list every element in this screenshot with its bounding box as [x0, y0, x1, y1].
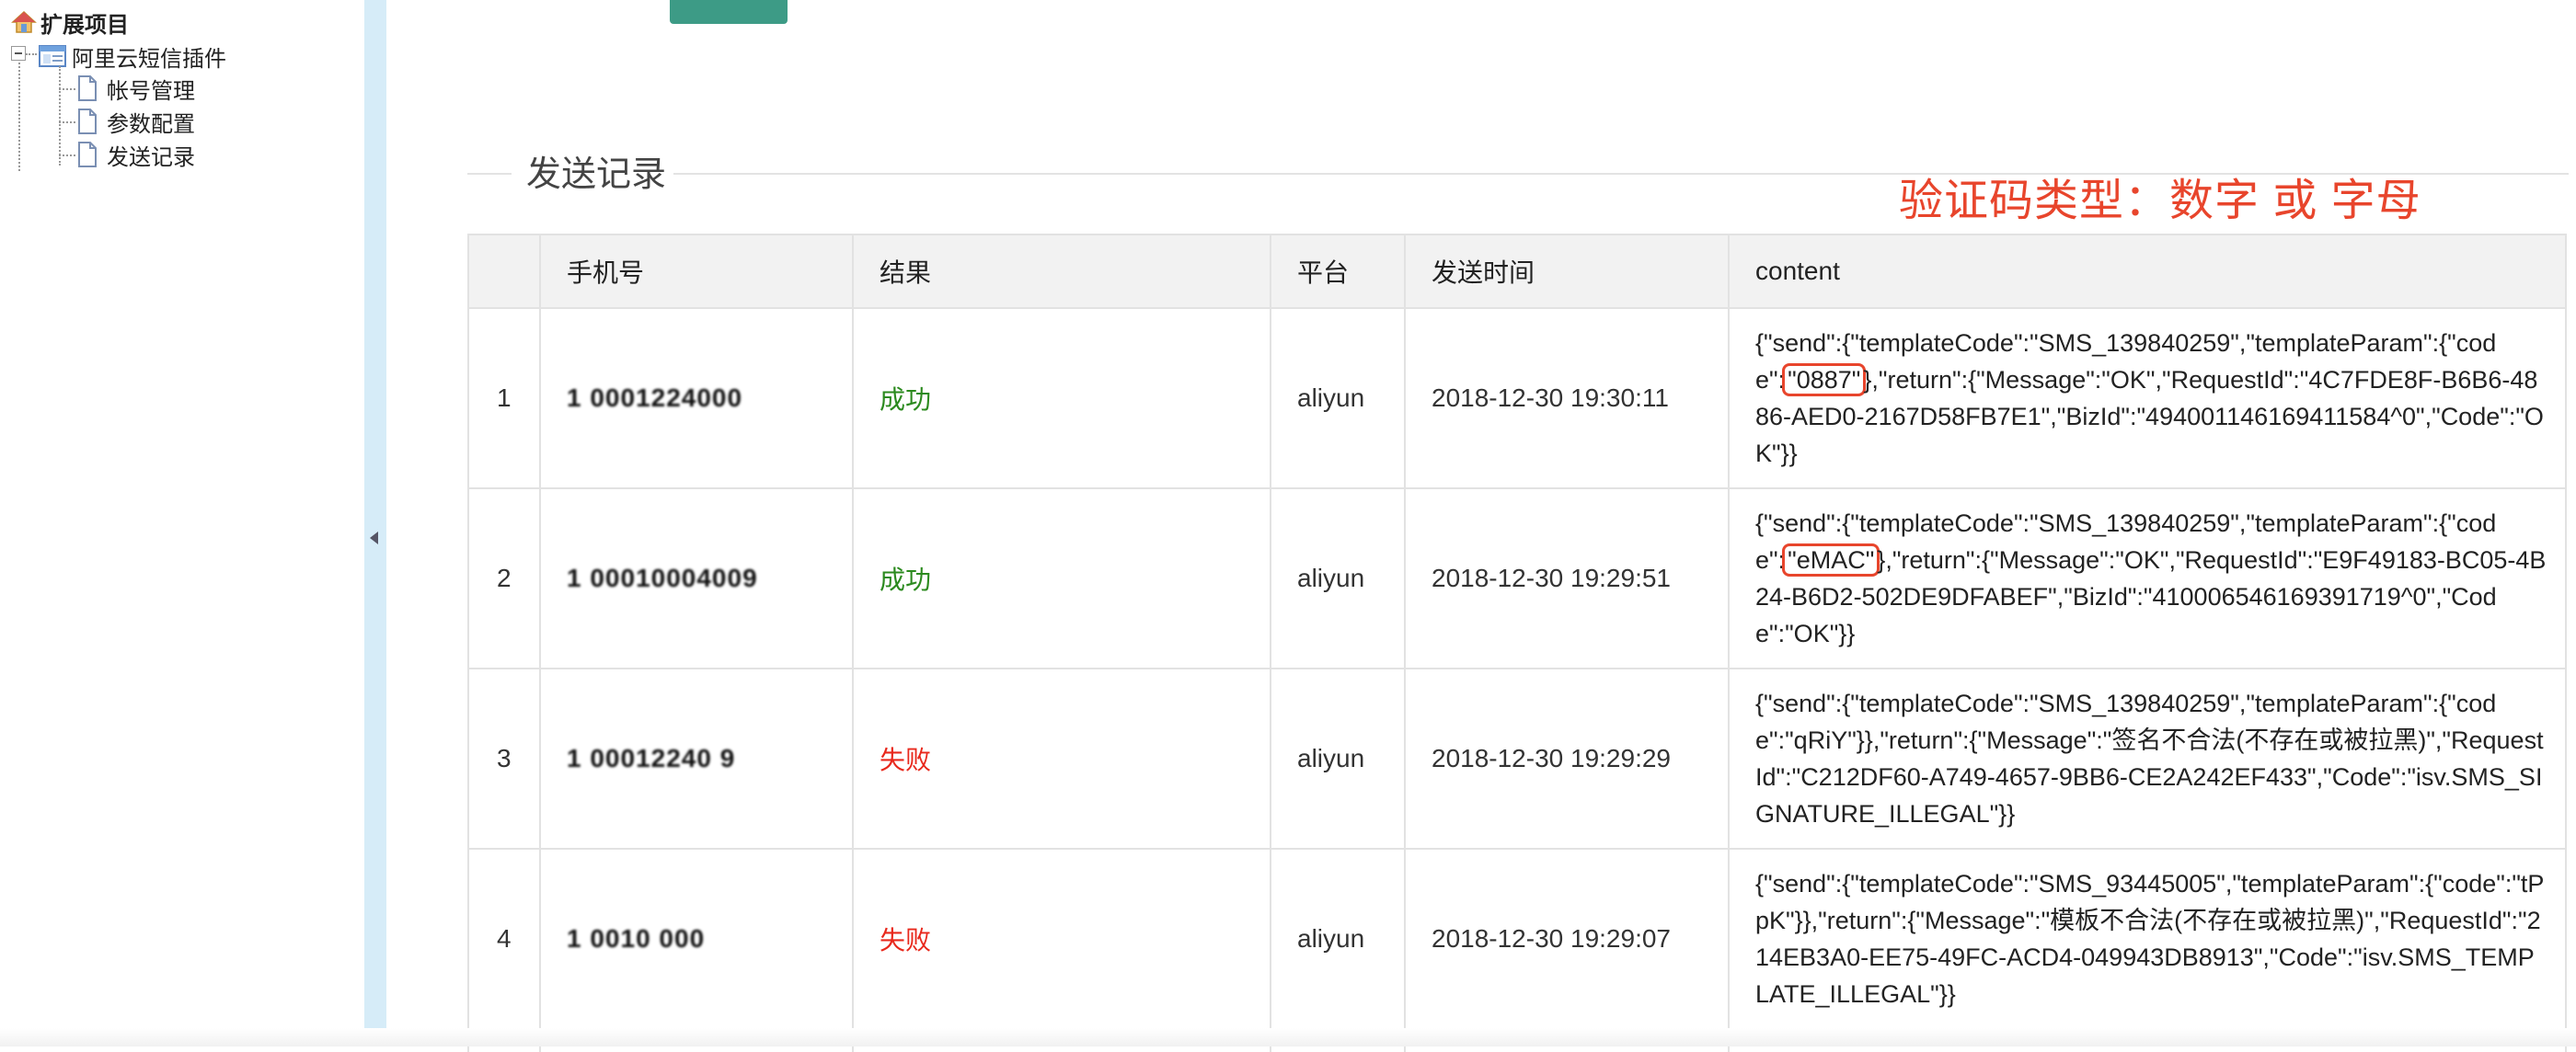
- send-records-table: 手机号 结果 平台 发送时间 content 1 1 0001224000 成功…: [467, 234, 2567, 1052]
- platform-cell: aliyun: [1270, 848, 1406, 1030]
- column-header-index: [467, 234, 541, 309]
- phone-number-blurred: 1 00012240 9: [567, 744, 736, 772]
- platform-cell: aliyun: [1270, 307, 1406, 489]
- row-index: 4: [467, 848, 541, 1030]
- row-index: 2: [467, 487, 541, 669]
- content-cell: {"send":{"templateCode":"SMS_93445005","…: [1728, 848, 2567, 1030]
- column-header-content: content: [1728, 234, 2567, 309]
- phone-cell: 1 0010 000: [539, 848, 854, 1030]
- phone-cell: 1 00012240 9: [539, 668, 854, 850]
- column-header-platform: 平台: [1270, 234, 1406, 309]
- table-row: 3 1 00012240 9 失败 aliyun 2018-12-30 19:2…: [467, 668, 2567, 850]
- sidebar-splitter[interactable]: [364, 0, 386, 1046]
- table-header-row: 手机号 结果 平台 发送时间 content: [467, 234, 2567, 309]
- tree-node-label: 阿里云短信插件: [72, 46, 226, 72]
- tree-item-account-management[interactable]: 帐号管理: [77, 73, 195, 104]
- phone-cell: 1 00010004009: [539, 487, 854, 669]
- content-text: },"return":{"Message":"OK","RequestId":"…: [1755, 366, 2544, 467]
- phone-number-blurred: 1 0001224000: [567, 383, 743, 412]
- tree-root-label: 扩展项目: [40, 12, 129, 38]
- phone-cell: 1 0001224000: [539, 307, 854, 489]
- row-index: 1: [467, 307, 541, 489]
- row-index: 3: [467, 668, 541, 850]
- home-icon: [11, 10, 37, 33]
- table-row: 2 1 00010004009 成功 aliyun 2018-12-30 19:…: [467, 487, 2567, 669]
- column-header-send-time: 发送时间: [1404, 234, 1730, 309]
- phone-number-blurred: 1 00010004009: [567, 564, 758, 592]
- submit-button[interactable]: [670, 0, 788, 24]
- platform-cell: aliyun: [1270, 487, 1406, 669]
- content-cell: {"send":{"templateCode":"SMS_139840259",…: [1728, 487, 2567, 669]
- page-icon: [78, 142, 97, 167]
- tree-root[interactable]: 扩展项目: [11, 6, 129, 39]
- send-time-cell: 2018-12-30 19:29:51: [1404, 487, 1730, 669]
- send-time-cell: 2018-12-30 19:29:07: [1404, 848, 1730, 1030]
- column-header-result: 结果: [852, 234, 1271, 309]
- page-icon: [78, 109, 97, 134]
- tree-node-aliyun-sms-plugin[interactable]: 阿里云短信插件: [39, 40, 226, 72]
- result-cell: 成功: [852, 487, 1271, 669]
- result-cell: 失败: [852, 848, 1271, 1030]
- sidebar-tree: 扩展项目 阿里云短信插件 帐号管理 参数配置 发送记录: [0, 0, 364, 1046]
- table-row: 1 1 0001224000 成功 aliyun 2018-12-30 19:3…: [467, 307, 2567, 489]
- collapse-toggle-icon[interactable]: [11, 46, 26, 61]
- highlighted-code: "0887": [1782, 363, 1867, 396]
- section-title: 发送记录: [521, 145, 673, 196]
- content-cell: {"send":{"templateCode":"SMS_139840259",…: [1728, 307, 2567, 489]
- table-row: 4 1 0010 000 失败 aliyun 2018-12-30 19:29:…: [467, 848, 2567, 1030]
- tree-item-send-records[interactable]: 发送记录: [77, 139, 195, 170]
- content-text: {"send":{"templateCode":"SMS_139840259",…: [1755, 690, 2544, 828]
- collapse-left-arrow-icon[interactable]: [370, 532, 378, 544]
- tree-item-label: 帐号管理: [107, 78, 195, 104]
- result-cell: 失败: [852, 668, 1271, 850]
- content-text: {"send":{"templateCode":"SMS_93445005","…: [1755, 870, 2545, 1008]
- section-divider: [467, 173, 512, 175]
- page-icon: [78, 75, 97, 101]
- send-time-cell: 2018-12-30 19:30:11: [1404, 307, 1730, 489]
- send-time-cell: 2018-12-30 19:29:29: [1404, 668, 1730, 850]
- annotation-text: 验证码类型：数字 或 字母: [1899, 177, 2421, 225]
- tree-item-label: 参数配置: [107, 111, 195, 137]
- column-header-phone: 手机号: [539, 234, 854, 309]
- result-cell: 成功: [852, 307, 1271, 489]
- bottom-edge: [0, 1028, 2576, 1046]
- window-icon: [39, 45, 66, 67]
- content-cell: {"send":{"templateCode":"SMS_139840259",…: [1728, 668, 2567, 850]
- platform-cell: aliyun: [1270, 668, 1406, 850]
- tree-item-parameter-config[interactable]: 参数配置: [77, 106, 195, 137]
- highlighted-code: "eMAC": [1782, 543, 1880, 577]
- phone-number-blurred: 1 0010 000: [567, 924, 706, 953]
- tree-item-label: 发送记录: [107, 144, 195, 170]
